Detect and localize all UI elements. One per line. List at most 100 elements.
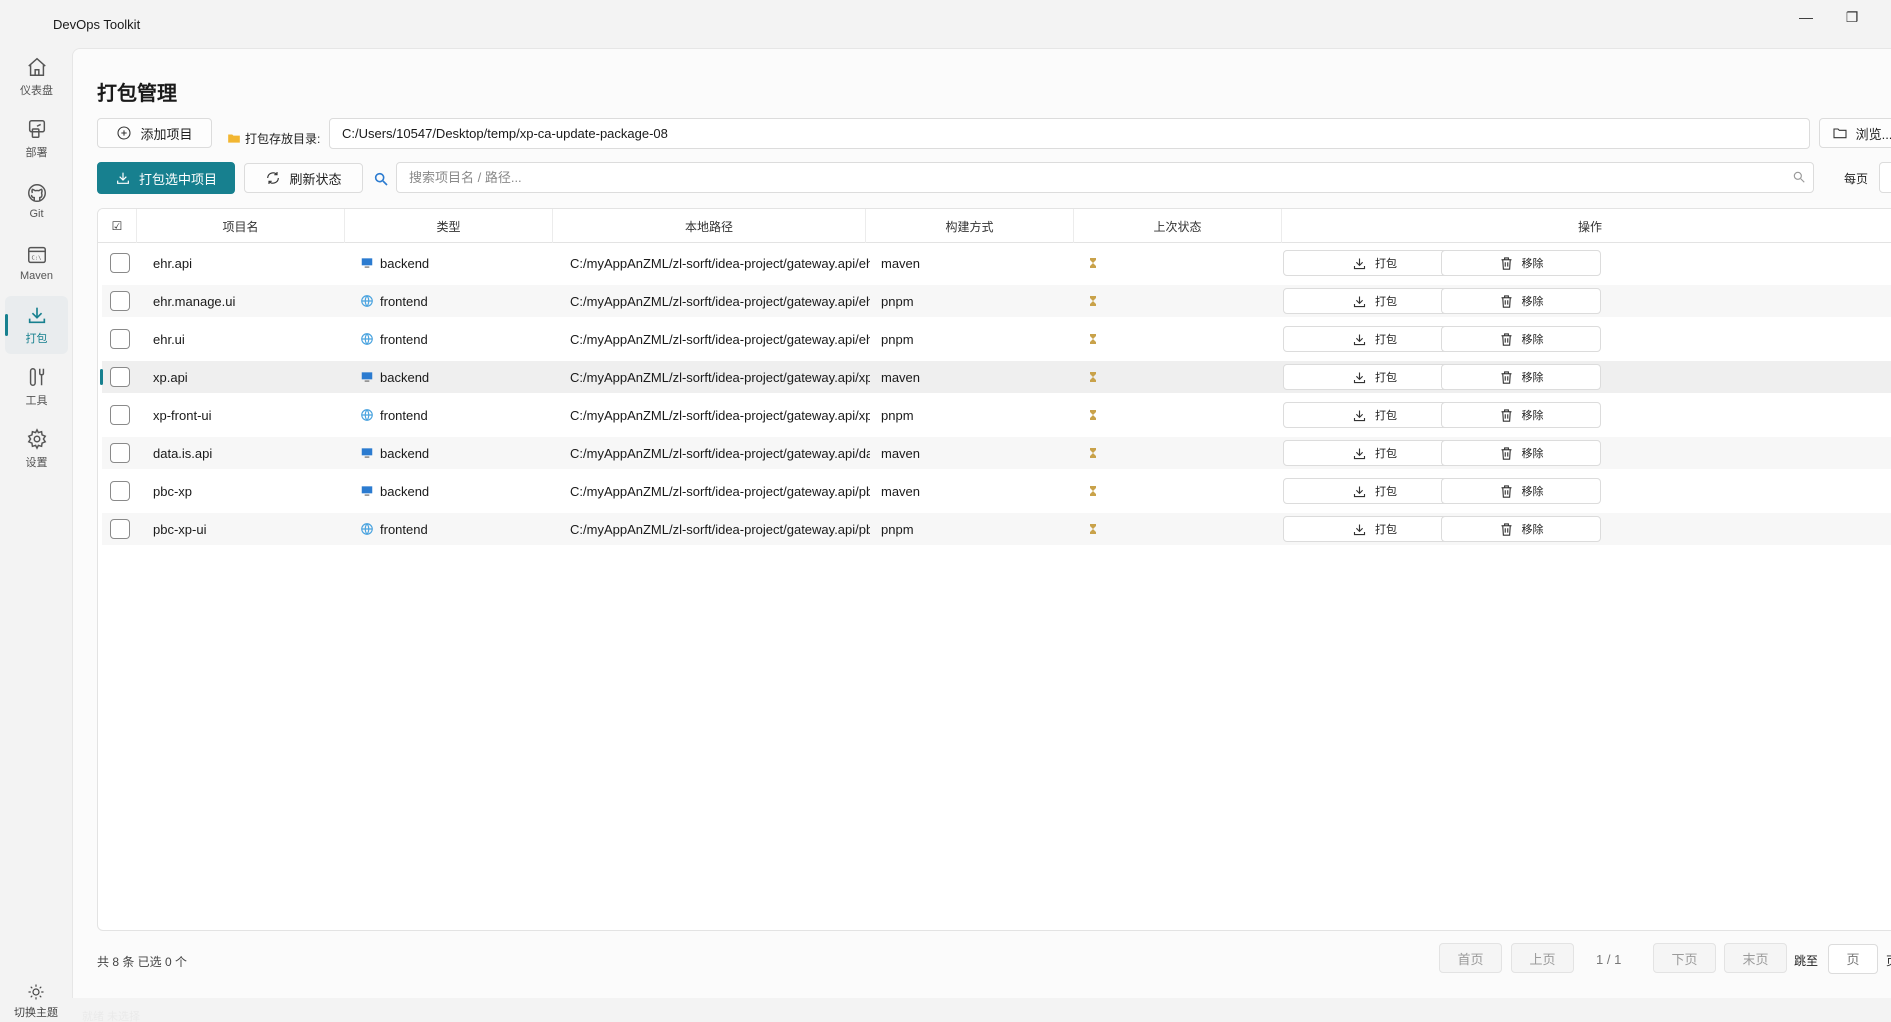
remove-button-label: 移除 <box>1521 296 1544 308</box>
table-row[interactable]: ehr.ui frontend C:/myAppAnZML/zl-sorft/ide… <box>102 323 1891 355</box>
checkbox-icon <box>109 253 130 273</box>
project-name: xp-front-ui <box>153 407 212 423</box>
last-page-button[interactable]: 末页 <box>1724 943 1787 973</box>
table-row[interactable]: xp-front-ui frontend C:/myAppAnZML/zl-sorf… <box>102 399 1891 431</box>
checkbox-icon <box>109 329 130 349</box>
pack-button[interactable]: 打包 <box>1283 516 1466 542</box>
refresh-status-button[interactable]: 刷新状态 <box>244 163 363 193</box>
hourglass-icon <box>1090 486 1096 496</box>
title-bar: DevOps Toolkit — ❐ <box>0 0 1891 48</box>
table-row[interactable]: ehr.manage.ui frontend C:/myAppAnZML/zl-so… <box>102 285 1891 317</box>
pack-button[interactable]: 打包 <box>1283 326 1466 352</box>
add-project-button[interactable]: 添加项目 <box>97 118 212 148</box>
sidebar-item-package[interactable]: 打包 <box>5 296 68 354</box>
deploy-icon <box>26 118 48 140</box>
remove-button[interactable]: 移除 <box>1441 288 1601 314</box>
column-header-type[interactable]: 类型 <box>345 209 553 243</box>
pack-selected-button[interactable]: 打包选中项目 <box>97 162 235 194</box>
row-checkbox[interactable] <box>102 399 137 431</box>
browse-button[interactable]: 浏览... <box>1819 118 1891 148</box>
sidebar-item-maven[interactable]: C:\ Maven <box>5 234 68 292</box>
output-dir-input[interactable] <box>329 118 1810 149</box>
remove-button[interactable]: 移除 <box>1441 402 1601 428</box>
table-row[interactable]: pbc-xp-ui frontend C:/myAppAnZML/zl-sorft/… <box>102 513 1891 545</box>
row-checkbox[interactable] <box>102 323 137 355</box>
table-row[interactable]: pbc-xp backend C:/myAppAnZML/zl-sorft/idea… <box>102 475 1891 507</box>
next-page-button[interactable]: 下页 <box>1653 943 1716 973</box>
pack-selected-label: 打包选中项目 <box>138 171 217 187</box>
remove-button-label: 移除 <box>1521 258 1544 270</box>
monitor-icon <box>361 372 373 382</box>
maximize-button[interactable]: ❐ <box>1836 8 1868 26</box>
table-row[interactable]: xp.api backend C:/myAppAnZML/zl-sorft/idea… <box>100 361 1891 393</box>
remove-button[interactable]: 移除 <box>1441 516 1601 542</box>
pack-button[interactable]: 打包 <box>1283 288 1466 314</box>
plus-circle-icon <box>117 126 132 140</box>
jump-page-input[interactable] <box>1828 944 1878 974</box>
column-header-name[interactable]: 项目名 <box>137 209 345 243</box>
project-path: C:/myAppAnZML/zl-sorft/idea-project/gate… <box>570 445 870 461</box>
table-row[interactable]: ehr.api backend C:/myAppAnZML/zl-sorft/ide… <box>102 247 1891 279</box>
sidebar-item-tools[interactable]: 工具 <box>5 358 68 416</box>
table-row[interactable]: data.is.api backend C:/myAppAnZML/zl-sorft… <box>102 437 1891 469</box>
monitor-icon <box>361 258 373 268</box>
remove-button-label: 移除 <box>1521 448 1544 460</box>
remove-button[interactable]: 移除 <box>1441 250 1601 276</box>
sun-icon <box>28 984 44 1000</box>
projects-table: ☑ 项目名 类型 本地路径 构建方式 上次状态 操作 ehr.api backen… <box>97 208 1891 931</box>
download-icon <box>1353 372 1366 383</box>
search-input[interactable] <box>396 162 1814 193</box>
hourglass-icon <box>1090 334 1096 344</box>
pack-button[interactable]: 打包 <box>1283 402 1466 428</box>
hourglass-icon <box>1090 296 1096 306</box>
search-icon[interactable] <box>1792 170 1806 184</box>
search-icon <box>374 172 388 186</box>
theme-toggle-button[interactable]: 切换主题 <box>8 983 64 1020</box>
column-header-path[interactable]: 本地路径 <box>553 209 866 243</box>
checkbox-icon <box>109 443 130 463</box>
sidebar-item-label: 设置 <box>25 457 48 469</box>
column-header-status[interactable]: 上次状态 <box>1074 209 1282 243</box>
per-page-select[interactable]: 10 ⌄ <box>1879 162 1891 193</box>
build-method: pnpm <box>881 521 914 537</box>
project-type-label: backend <box>380 445 430 461</box>
pack-button-label: 打包 <box>1375 448 1397 460</box>
page-title: 打包管理 <box>97 83 177 105</box>
row-checkbox[interactable] <box>102 361 137 393</box>
remove-button[interactable]: 移除 <box>1441 440 1601 466</box>
remove-button[interactable]: 移除 <box>1441 364 1601 390</box>
hourglass-icon <box>1090 258 1096 268</box>
sidebar-item-settings[interactable]: 设置 <box>5 420 68 478</box>
pack-button[interactable]: 打包 <box>1283 478 1466 504</box>
prev-page-button[interactable]: 上页 <box>1511 943 1574 973</box>
pack-button-label: 打包 <box>1375 334 1397 346</box>
download-icon <box>1353 296 1366 307</box>
row-checkbox[interactable] <box>102 285 137 317</box>
sidebar-item-dashboard[interactable]: 仪表盘 <box>5 48 68 106</box>
first-page-button[interactable]: 首页 <box>1439 943 1502 973</box>
build-method: maven <box>881 255 921 271</box>
row-checkbox[interactable] <box>102 475 137 507</box>
header-select-all-checkbox[interactable]: ☑ <box>98 209 137 243</box>
project-name: xp.api <box>153 369 188 385</box>
pack-button[interactable]: 打包 <box>1283 364 1466 390</box>
project-name: pbc-xp <box>153 483 193 499</box>
sidebar-item-deploy[interactable]: 部署 <box>5 110 68 168</box>
remove-button[interactable]: 移除 <box>1441 478 1601 504</box>
minimize-button[interactable]: — <box>1790 8 1822 26</box>
project-path: C:/myAppAnZML/zl-sorft/idea-project/gate… <box>570 331 870 347</box>
download-icon <box>1353 486 1366 497</box>
project-path: C:/myAppAnZML/zl-sorft/idea-project/gate… <box>570 483 870 499</box>
row-checkbox[interactable] <box>102 247 137 279</box>
sidebar-item-git[interactable]: Git <box>5 172 68 230</box>
go-button[interactable]: 页 <box>1886 952 1891 969</box>
hourglass-icon <box>1090 410 1096 420</box>
remove-button[interactable]: 移除 <box>1441 326 1601 352</box>
row-checkbox[interactable] <box>102 437 137 469</box>
pack-button[interactable]: 打包 <box>1283 440 1466 466</box>
column-header-build[interactable]: 构建方式 <box>866 209 1074 243</box>
checkbox-icon <box>109 291 130 311</box>
pack-button[interactable]: 打包 <box>1283 250 1466 276</box>
row-checkbox[interactable] <box>102 513 137 545</box>
hourglass-icon <box>1090 372 1096 382</box>
